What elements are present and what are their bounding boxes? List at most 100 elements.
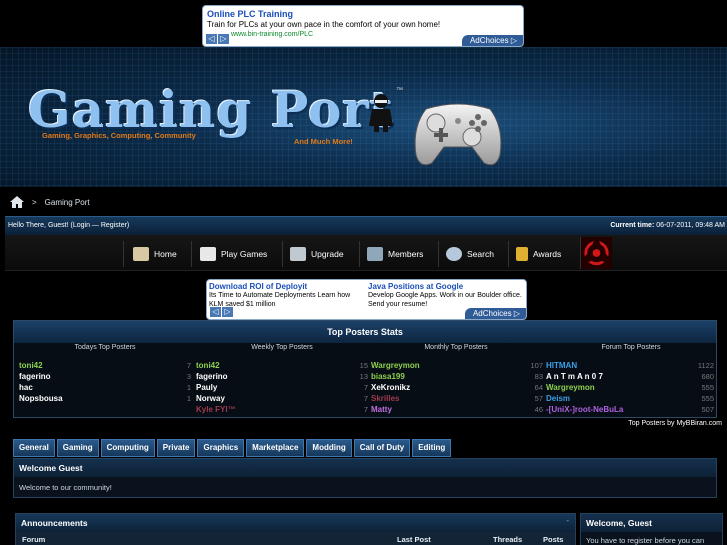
site-logo[interactable]: Gaming Port (28, 85, 394, 135)
ad-left-column[interactable]: Download ROI of Deployit Its Time to Aut… (209, 282, 364, 309)
poster-name-link[interactable]: -[UniX-]root-NeBuLa (546, 404, 623, 415)
ad-next-button[interactable]: ▷ (218, 34, 229, 44)
nav-play-games[interactable]: Play Games (200, 244, 267, 264)
poster-count: 7 (363, 383, 368, 392)
poster-count: 57 (534, 394, 543, 403)
todays-top-posters-list: toni42 7 fagerino 3 hac 1 Nopsbousa 1 (19, 360, 191, 404)
breadcrumb-separator: > (32, 197, 37, 207)
nav-divider (438, 241, 439, 267)
tab-editing[interactable]: Editing (412, 439, 452, 457)
guest-greeting[interactable]: Hello There, Guest! (Login — Register) (8, 222, 129, 229)
ad-prev-button[interactable]: ◁ (206, 34, 217, 44)
site-banner: Gaming Port Gaming, Graphics, Computing,… (0, 47, 727, 187)
logo-subtitle: Gaming, Graphics, Computing, Community (42, 131, 196, 140)
poster-count: 13 (359, 372, 368, 381)
ad-title[interactable]: Online PLC Training (207, 9, 293, 19)
announcements-title: Announcements (16, 514, 575, 532)
column-threads: Threads (493, 535, 523, 544)
ad-prev-button[interactable]: ◁ (210, 307, 221, 317)
tab-gaming[interactable]: Gaming (56, 439, 99, 457)
poster-name-link[interactable]: fagerino (196, 371, 228, 382)
poster-name-link[interactable]: XeKronikz (371, 382, 410, 393)
logo-tagline: And Much More! (294, 137, 353, 146)
nav-awards-label: Awards (533, 249, 562, 259)
tab-marketplace[interactable]: Marketplace (246, 439, 305, 457)
poster-count: 83 (534, 372, 543, 381)
collapse-button[interactable]: - (566, 516, 569, 525)
poster-name-link[interactable]: Deism (546, 393, 570, 404)
announcements-panel: Announcements - Forum Last Post Threads … (15, 513, 576, 545)
announcements-column-header: Forum Last Post Threads Posts (16, 532, 575, 545)
ad-choices-button[interactable]: AdChoices ▷ (461, 35, 523, 46)
poster-name-link[interactable]: Wargreymon (371, 360, 420, 371)
top-poster-row: Skrilles 57 (371, 393, 543, 404)
poster-name-link[interactable]: Skrilles (371, 393, 399, 404)
nav-home-label: Home (154, 249, 177, 259)
trademark-mark: ™ (396, 87, 403, 94)
weekly-top-posters-header: Weekly Top Posters (251, 344, 313, 351)
tab-call-of-duty[interactable]: Call of Duty (353, 439, 411, 457)
dice-icon (200, 247, 216, 261)
poster-name-link[interactable]: biasa199 (371, 371, 405, 382)
poster-count: 15 (359, 361, 368, 370)
breadcrumb-current[interactable]: Gaming Port (45, 198, 90, 207)
top-poster-row: XeKronikz 64 (371, 382, 543, 393)
top-poster-row: A n T m A n 0 7 680 (546, 371, 714, 382)
top-advertisement[interactable]: Online PLC Training Train for PLCs at yo… (202, 5, 524, 47)
tab-modding[interactable]: Modding (306, 439, 352, 457)
poster-name-link[interactable]: hac (19, 382, 33, 393)
poster-count: 3 (186, 372, 191, 381)
poster-count: 7 (186, 361, 191, 370)
poster-name-link[interactable]: toni42 (196, 360, 220, 371)
poster-count: 7 (363, 405, 368, 414)
nav-home[interactable]: Home (133, 244, 177, 264)
ad-text: Develop Google Apps. Work in our Boulder… (368, 292, 522, 308)
poster-name-link[interactable]: Nopsbousa (19, 393, 63, 404)
poster-name-link[interactable]: Matty (371, 404, 392, 415)
ad-next-button[interactable]: ▷ (222, 307, 233, 317)
poster-name-link[interactable]: HITMAN (546, 360, 577, 371)
top-poster-row: HITMAN 1122 (546, 360, 714, 371)
nav-members[interactable]: Members (367, 244, 423, 264)
user-status-bar: Hello There, Guest! (Login — Register) C… (5, 216, 727, 235)
ad-url[interactable]: www.bin-training.com/PLC (231, 31, 313, 38)
poster-count: 1122 (697, 361, 714, 370)
poster-name-link[interactable]: Pauly (196, 382, 217, 393)
poster-name-link[interactable]: Kyle FYI™ (196, 404, 236, 415)
home-icon[interactable] (10, 196, 24, 208)
poster-count: 680 (701, 372, 714, 381)
ad-right-column[interactable]: Java Positions at Google Develop Google … (368, 282, 523, 309)
poster-count: 555 (701, 383, 714, 392)
nav-divider (191, 241, 192, 267)
poster-name-link[interactable]: Wargreymon (546, 382, 595, 393)
ad-title[interactable]: Java Positions at Google (368, 282, 523, 291)
poster-name-link[interactable]: fagerino (19, 371, 51, 382)
nav-divider (123, 241, 124, 267)
nav-upgrade[interactable]: Upgrade (290, 244, 344, 264)
poster-count: 555 (701, 394, 714, 403)
tab-general[interactable]: General (13, 439, 55, 457)
nav-members-label: Members (388, 249, 424, 259)
ad-choices-button[interactable]: AdChoices ▷ (464, 308, 526, 319)
poster-name-link[interactable]: Norway (196, 393, 225, 404)
top-poster-row: Wargreymon 107 (371, 360, 543, 371)
top-poster-row: Deism 555 (546, 393, 714, 404)
top-posters-credit[interactable]: Top Posters by MyBBiran.com (628, 420, 722, 427)
nav-play-games-label: Play Games (221, 249, 268, 259)
tab-computing[interactable]: Computing (100, 439, 155, 457)
middle-advertisement[interactable]: Download ROI of Deployit Its Time to Aut… (206, 279, 527, 320)
top-poster-row: Matty 46 (371, 404, 543, 415)
tab-graphics[interactable]: Graphics (197, 439, 245, 457)
nav-search[interactable]: Search (446, 244, 494, 264)
upgrade-icon (290, 247, 306, 261)
poster-name-link[interactable]: toni42 (19, 360, 43, 371)
forum-top-posters-list: HITMAN 1122 A n T m A n 0 7 680 Wargreymon 55… (546, 360, 714, 415)
biohazard-icon[interactable] (580, 237, 612, 269)
current-time-label: Current time: (610, 222, 655, 229)
poster-count: 64 (534, 383, 543, 392)
tab-private[interactable]: Private (156, 439, 196, 457)
nav-awards[interactable]: Awards (516, 244, 561, 264)
gamepad-icon (414, 103, 502, 166)
ad-title[interactable]: Download ROI of Deployit (209, 282, 364, 291)
poster-name-link[interactable]: A n T m A n 0 7 (546, 371, 603, 382)
